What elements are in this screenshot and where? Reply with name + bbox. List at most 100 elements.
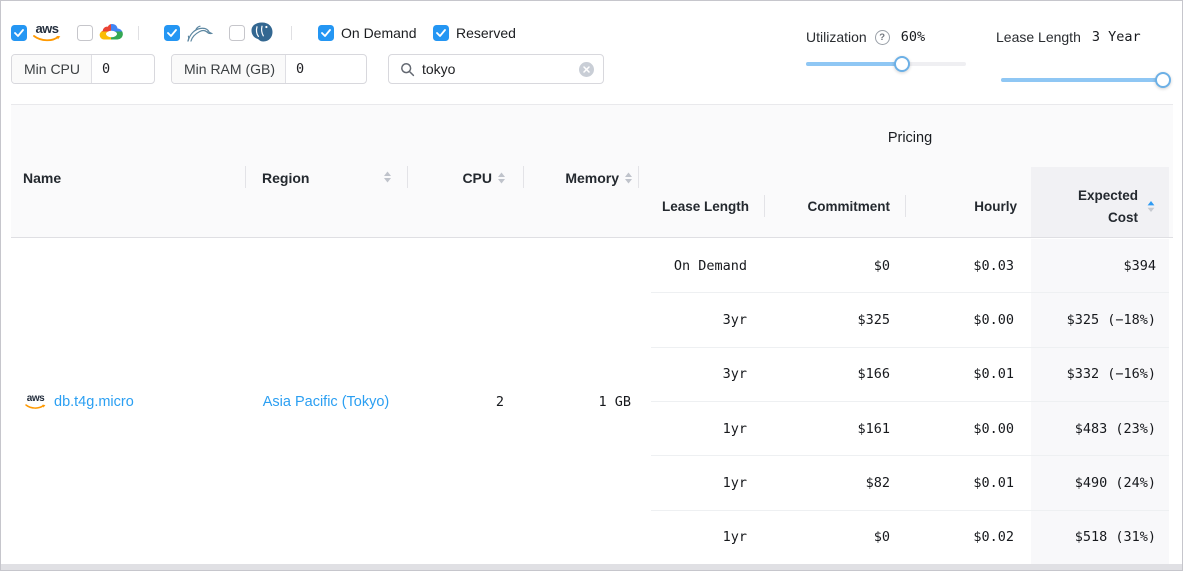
sort-icon[interactable] — [624, 171, 633, 185]
hourly-cell: $0.01 — [905, 366, 1031, 382]
search-icon — [400, 62, 415, 77]
column-header-commitment: Commitment — [764, 196, 905, 216]
min-cpu-input[interactable]: 0 — [92, 55, 154, 83]
min-cpu-filter: Min CPU 0 — [11, 54, 155, 84]
region-link[interactable]: Asia Pacific (Tokyo) — [263, 394, 390, 410]
hourly-cell: $0.00 — [905, 421, 1031, 437]
utilization-label: Utilization — [806, 29, 867, 45]
check-icon — [167, 29, 177, 37]
toolbar-divider — [138, 26, 139, 40]
expected-cost-cell: $332 (−16%) — [1031, 366, 1169, 382]
column-header-hourly: Hourly — [905, 196, 1031, 216]
cpu-cell: 2 — [407, 394, 523, 410]
lease-length-label: Lease Length — [996, 29, 1081, 45]
sort-icon[interactable] — [497, 171, 506, 185]
horizontal-scrollbar[interactable] — [1, 564, 1182, 570]
utilization-value: 60% — [901, 29, 925, 45]
region-cell: Asia Pacific (Tokyo) — [245, 393, 407, 411]
instance-name-link[interactable]: db.t4g.micro — [54, 394, 134, 410]
lease-length-value: 3 Year — [1092, 29, 1141, 45]
pricing-row: 3yr $325 $0.00 $325 (−18%) — [651, 292, 1169, 346]
postgresql-logo-icon — [251, 22, 273, 47]
lease-length-cell: 1yr — [651, 421, 764, 437]
commitment-cell: $161 — [764, 421, 905, 437]
min-cpu-label: Min CPU — [12, 55, 92, 83]
header-divider — [523, 166, 524, 188]
header-divider — [905, 195, 906, 217]
check-icon — [436, 29, 446, 37]
slider-fill — [1001, 78, 1164, 82]
min-ram-input[interactable]: 0 — [286, 55, 366, 83]
help-icon[interactable] — [875, 30, 890, 45]
sort-icon[interactable] — [383, 170, 392, 189]
pricing-rows: On Demand $0 $0.03 $394 3yr $325 $0.00 $… — [651, 239, 1169, 564]
mysql-engine-checkbox[interactable] — [164, 25, 180, 41]
commitment-cell: $0 — [764, 258, 905, 274]
hourly-cell: $0.03 — [905, 258, 1031, 274]
mysql-logo-icon — [185, 24, 213, 48]
header-divider — [407, 166, 408, 188]
aws-logo-icon: aws — [33, 22, 61, 42]
check-icon — [14, 29, 24, 37]
utilization-control-label: Utilization 60% — [806, 29, 925, 45]
header-divider — [764, 195, 765, 217]
slider-fill — [806, 62, 902, 66]
expected-cost-cell: $490 (24%) — [1031, 475, 1169, 491]
min-ram-label: Min RAM (GB) — [172, 55, 286, 83]
pricing-row: 1yr $0 $0.02 $518 (31%) — [651, 510, 1169, 564]
memory-cell: 1 GB — [523, 394, 648, 410]
reserved-label: Reserved — [456, 25, 516, 41]
commitment-cell: $82 — [764, 475, 905, 491]
lease-length-cell: 1yr — [651, 475, 764, 491]
sort-ascending-icon[interactable] — [1147, 198, 1155, 220]
lease-length-cell: 3yr — [651, 312, 764, 328]
column-header-name: Name — [23, 167, 61, 189]
clear-search-icon[interactable] — [579, 62, 594, 77]
pricing-group-header: Pricing — [651, 130, 1169, 146]
header-divider — [638, 166, 639, 188]
hourly-cell: $0.01 — [905, 475, 1031, 491]
pricing-row: 3yr $166 $0.01 $332 (−16%) — [651, 347, 1169, 401]
lease-slider-thumb[interactable] — [1155, 72, 1171, 88]
pricing-row: 1yr $82 $0.01 $490 (24%) — [651, 455, 1169, 509]
column-header-memory[interactable]: Memory — [523, 167, 648, 189]
postgresql-engine-checkbox[interactable] — [229, 25, 245, 41]
hourly-cell: $0.02 — [905, 529, 1031, 545]
header-divider — [245, 166, 246, 188]
commitment-cell: $166 — [764, 366, 905, 382]
toolbar-divider — [291, 26, 292, 40]
on-demand-checkbox[interactable] — [318, 25, 334, 41]
lease-control-label: Lease Length 3 Year — [996, 29, 1141, 45]
lease-length-cell: On Demand — [651, 258, 764, 274]
on-demand-label: On Demand — [341, 25, 416, 41]
pricing-row: On Demand $0 $0.03 $394 — [651, 239, 1169, 292]
commitment-cell: $325 — [764, 312, 905, 328]
table-header: Pricing Name Region CPU Memory Lease Len… — [11, 104, 1173, 238]
expected-cost-cell: $518 (31%) — [1031, 529, 1169, 545]
reserved-checkbox[interactable] — [433, 25, 449, 41]
pricing-row: 1yr $161 $0.00 $483 (23%) — [651, 401, 1169, 455]
table-body: aws db.t4g.micro Asia Pacific (Tokyo) 2 … — [11, 239, 1173, 564]
expected-cost-cell: $325 (−18%) — [1031, 312, 1169, 328]
aws-logo-icon: aws — [25, 394, 46, 410]
gcp-provider-checkbox[interactable] — [77, 25, 93, 41]
column-header-expected-cost[interactable]: Expected Cost — [1031, 185, 1169, 229]
expected-cost-cell: $394 — [1031, 258, 1169, 274]
utilization-slider[interactable] — [806, 56, 966, 72]
utilization-slider-thumb[interactable] — [894, 56, 910, 72]
expected-cost-cell: $483 (23%) — [1031, 421, 1169, 437]
column-header-lease-length: Lease Length — [651, 196, 764, 216]
column-header-cpu[interactable]: CPU — [407, 167, 523, 189]
lease-length-slider[interactable] — [1001, 72, 1164, 88]
check-icon — [321, 29, 331, 37]
commitment-cell: $0 — [764, 529, 905, 545]
hourly-cell: $0.00 — [905, 312, 1031, 328]
lease-length-cell: 1yr — [651, 529, 764, 545]
column-header-region[interactable]: Region — [262, 167, 309, 189]
gcp-logo-icon — [99, 22, 123, 46]
lease-length-cell: 3yr — [651, 366, 764, 382]
instance-name-cell: aws db.t4g.micro — [25, 394, 134, 410]
search-box[interactable]: tokyo — [388, 54, 604, 84]
search-input[interactable]: tokyo — [422, 61, 572, 77]
aws-provider-checkbox[interactable] — [11, 25, 27, 41]
